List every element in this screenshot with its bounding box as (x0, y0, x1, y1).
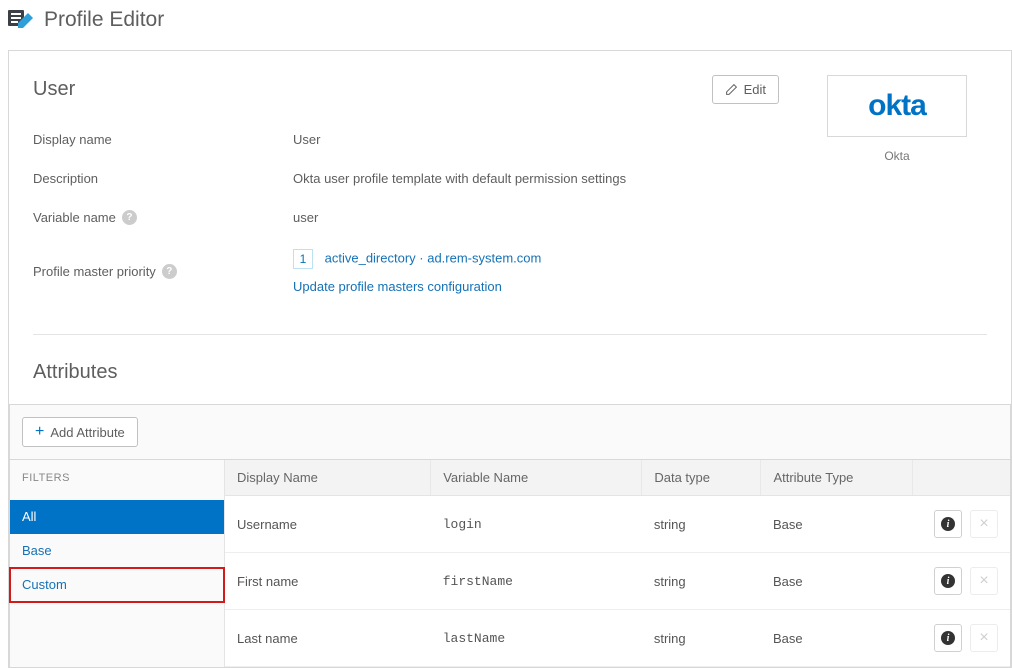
display-name-label: Display name (33, 132, 293, 147)
cell-data-type: string (642, 610, 761, 667)
col-display-name: Display Name (225, 460, 431, 496)
cell-display-name: First name (225, 553, 431, 610)
info-icon: i (941, 574, 955, 588)
user-section-title: User (33, 78, 75, 101)
edit-button-label: Edit (744, 82, 766, 97)
main-card: User Edit Display name User Description … (8, 50, 1012, 668)
display-name-value: User (293, 132, 779, 147)
page-title: Profile Editor (44, 8, 164, 32)
table-row: Last namelastNamestringBase i × (225, 610, 1010, 667)
add-attribute-button[interactable]: + Add Attribute (22, 417, 138, 447)
info-button[interactable]: i (934, 510, 962, 538)
variable-name-value: user (293, 210, 779, 225)
description-label: Description (33, 171, 293, 186)
filters-sidebar: FILTERS AllBaseCustom (10, 460, 225, 667)
table-row: First namefirstNamestringBase i × (225, 553, 1010, 610)
delete-button: × (970, 510, 998, 538)
info-icon: i (941, 631, 955, 645)
section-divider (33, 334, 987, 335)
cell-attribute-type: Base (761, 553, 913, 610)
description-value: Okta user profile template with default … (293, 171, 779, 186)
update-masters-link[interactable]: Update profile masters configuration (293, 279, 502, 294)
variable-name-label: Variable name ? (33, 210, 293, 225)
plus-icon: + (35, 424, 44, 440)
help-icon[interactable]: ? (122, 210, 137, 225)
col-data-type: Data type (642, 460, 761, 496)
profile-editor-icon (8, 9, 34, 31)
cell-data-type: string (642, 553, 761, 610)
attributes-table: Display Name Variable Name Data type Att… (225, 460, 1010, 667)
delete-button: × (970, 567, 998, 595)
okta-logo-caption: Okta (807, 149, 987, 163)
delete-button: × (970, 624, 998, 652)
close-icon: × (979, 516, 988, 532)
help-icon[interactable]: ? (162, 264, 177, 279)
add-attribute-label: Add Attribute (50, 425, 124, 440)
info-icon: i (941, 517, 955, 531)
cell-variable-name: firstName (431, 553, 642, 610)
info-button[interactable]: i (934, 624, 962, 652)
cell-display-name: Last name (225, 610, 431, 667)
master-priority-label: Profile master priority ? (33, 249, 293, 294)
info-button[interactable]: i (934, 567, 962, 595)
cell-data-type: string (642, 496, 761, 553)
pencil-icon (725, 83, 738, 96)
filter-all[interactable]: All (10, 500, 224, 534)
okta-logo: okta (827, 75, 967, 137)
edit-button[interactable]: Edit (712, 75, 779, 104)
cell-variable-name: lastName (431, 610, 642, 667)
attributes-title: Attributes (33, 361, 987, 384)
cell-variable-name: login (431, 496, 642, 553)
filter-custom[interactable]: Custom (10, 568, 224, 602)
close-icon: × (979, 573, 988, 589)
close-icon: × (979, 630, 988, 646)
master-directory-link[interactable]: active_directory · ad.rem-system.com (325, 250, 542, 265)
priority-number: 1 (293, 249, 313, 269)
cell-attribute-type: Base (761, 610, 913, 667)
col-attribute-type: Attribute Type (761, 460, 913, 496)
filters-header: FILTERS (10, 460, 224, 496)
attributes-panel: + Add Attribute FILTERS AllBaseCustom Di… (9, 404, 1011, 667)
cell-attribute-type: Base (761, 496, 913, 553)
table-row: UsernameloginstringBase i × (225, 496, 1010, 553)
col-variable-name: Variable Name (431, 460, 642, 496)
col-actions (913, 460, 1010, 496)
cell-display-name: Username (225, 496, 431, 553)
filter-base[interactable]: Base (10, 534, 224, 568)
